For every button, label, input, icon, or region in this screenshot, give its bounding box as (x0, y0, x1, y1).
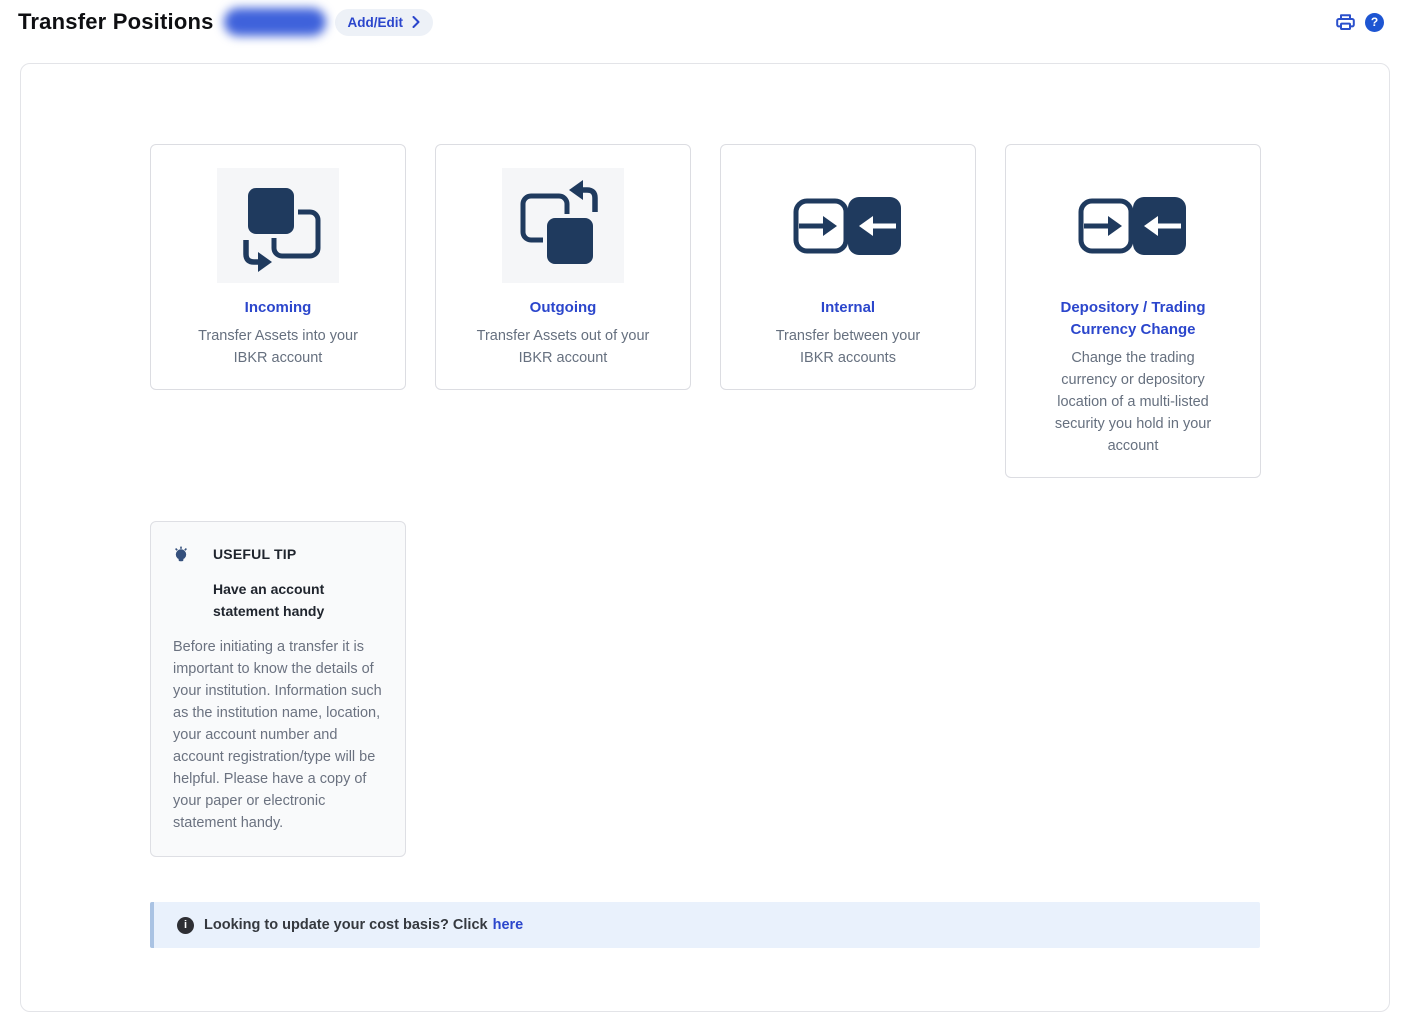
internal-transfer-icon (787, 168, 909, 283)
transfer-option-card-depository-currency-change[interactable]: Depository / Trading Currency Change Cha… (1005, 144, 1261, 478)
card-title: Depository / Trading Currency Change (1053, 297, 1213, 341)
add-edit-button[interactable]: Add/Edit (335, 9, 434, 36)
outgoing-transfer-icon (502, 168, 624, 283)
card-title: Incoming (167, 297, 389, 319)
card-description: Transfer between your IBKR accounts (759, 325, 937, 369)
transfer-option-card-outgoing[interactable]: Outgoing Transfer Assets out of your IBK… (435, 144, 691, 390)
tip-heading: USEFUL TIP (213, 546, 296, 562)
cost-basis-banner: i Looking to update your cost basis? Cli… (150, 902, 1260, 948)
tip-body: Before initiating a transfer it is impor… (173, 636, 385, 834)
help-button[interactable]: ? (1365, 13, 1384, 32)
account-badge-redacted[interactable] (224, 8, 326, 36)
card-title: Outgoing (452, 297, 674, 319)
print-button[interactable] (1335, 12, 1356, 32)
tip-subheading: Have an account statement handy (213, 578, 345, 622)
card-description: Change the trading currency or depositor… (1044, 347, 1222, 457)
card-description: Transfer Assets out of your IBKR account (474, 325, 652, 369)
depository-currency-change-icon (1072, 168, 1194, 283)
tip-icon (173, 546, 189, 562)
help-icon: ? (1365, 13, 1384, 32)
card-description: Transfer Assets into your IBKR account (189, 325, 367, 369)
info-icon: i (177, 917, 194, 934)
banner-text: Looking to update your cost basis? Click (204, 917, 488, 933)
transfer-options-row: Incoming Transfer Assets into your IBKR … (150, 144, 1389, 478)
card-title: Internal (737, 297, 959, 319)
add-edit-label: Add/Edit (348, 15, 404, 30)
incoming-transfer-icon (217, 168, 339, 283)
page-header: Transfer Positions Add/Edit ? (0, 0, 1402, 44)
content-panel: Incoming Transfer Assets into your IBKR … (20, 63, 1390, 1012)
tip-header: USEFUL TIP (173, 546, 389, 562)
header-actions: ? (1335, 12, 1384, 32)
page-title: Transfer Positions (18, 9, 214, 35)
printer-icon (1335, 12, 1356, 32)
cost-basis-link[interactable]: here (493, 917, 524, 933)
transfer-option-card-incoming[interactable]: Incoming Transfer Assets into your IBKR … (150, 144, 406, 390)
useful-tip-box: USEFUL TIP Have an account statement han… (150, 521, 406, 857)
chevron-right-icon (412, 16, 420, 28)
transfer-option-card-internal[interactable]: Internal Transfer between your IBKR acco… (720, 144, 976, 390)
